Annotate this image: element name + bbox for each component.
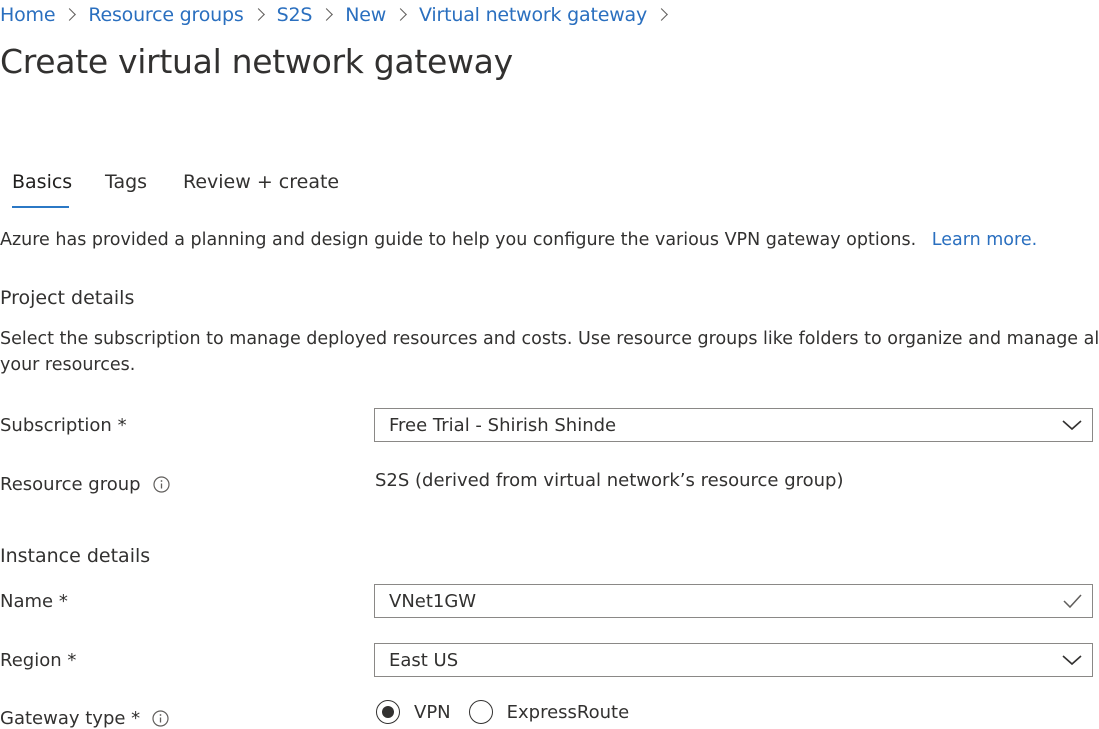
breadcrumb-virtual-network-gateway[interactable]: Virtual network gateway [419, 4, 647, 26]
chevron-right-icon [251, 7, 265, 21]
instance-details-heading: Instance details [0, 545, 151, 567]
intro-text: Azure has provided a planning and design… [0, 230, 1037, 250]
breadcrumb: Home Resource groups S2S New Virtual net… [0, 2, 680, 28]
info-icon[interactable] [152, 476, 170, 493]
region-label: Region * [0, 650, 76, 671]
name-label: Name * [0, 591, 68, 612]
gateway-type-radio-group: VPN ExpressRoute [376, 700, 629, 724]
project-details-description-line2: your resources. [0, 355, 136, 375]
page-title: Create virtual network gateway [0, 42, 513, 81]
region-value: East US [389, 649, 459, 671]
breadcrumb-resource-groups[interactable]: Resource groups [88, 4, 243, 26]
resource-group-label: Resource group [0, 474, 170, 495]
breadcrumb-home[interactable]: Home [0, 4, 56, 26]
region-dropdown[interactable]: East US [374, 643, 1093, 677]
gateway-type-label-text: Gateway type * [0, 708, 141, 729]
resource-group-label-text: Resource group [0, 474, 141, 495]
chevron-right-icon [394, 7, 407, 21]
info-icon[interactable] [152, 710, 169, 727]
chevron-right-icon [655, 7, 668, 21]
subscription-dropdown[interactable]: Free Trial - Shirish Shinde [374, 408, 1093, 442]
resource-group-value: S2S (derived from virtual network’s reso… [375, 470, 844, 491]
gateway-type-expressroute-radio[interactable] [468, 700, 493, 724]
tab-tags[interactable]: Tags [105, 171, 147, 193]
learn-more-link[interactable]: Learn more. [932, 230, 1037, 250]
subscription-label-text: Subscription * [0, 415, 127, 436]
chevron-down-icon [1058, 409, 1086, 441]
gateway-type-expressroute-label[interactable]: ExpressRoute [507, 702, 630, 723]
gateway-type-label: Gateway type * [0, 708, 169, 729]
radio-selected-dot [382, 706, 394, 718]
chevron-right-icon [320, 7, 334, 21]
subscription-value: Free Trial - Shirish Shinde [389, 414, 617, 436]
region-label-text: Region * [0, 650, 77, 671]
tab-basics[interactable]: Basics [12, 171, 72, 193]
active-tab-indicator [12, 206, 69, 208]
intro-description: Azure has provided a planning and design… [0, 230, 917, 250]
project-details-description-line1: Select the subscription to manage deploy… [0, 329, 1099, 349]
name-value: VNet1GW [389, 590, 477, 612]
breadcrumb-s2s[interactable]: S2S [277, 4, 313, 26]
checkmark-icon [1058, 585, 1086, 617]
name-label-text: Name * [0, 591, 68, 612]
subscription-label: Subscription * [0, 415, 127, 436]
chevron-right-icon [63, 7, 77, 21]
gateway-type-vpn-label[interactable]: VPN [414, 702, 451, 723]
chevron-down-icon [1058, 644, 1086, 676]
project-details-heading: Project details [0, 287, 135, 309]
gateway-type-vpn-radio[interactable] [376, 700, 400, 724]
tab-review-create[interactable]: Review + create [183, 171, 339, 193]
name-input[interactable]: VNet1GW [374, 584, 1093, 618]
breadcrumb-new[interactable]: New [345, 4, 386, 26]
